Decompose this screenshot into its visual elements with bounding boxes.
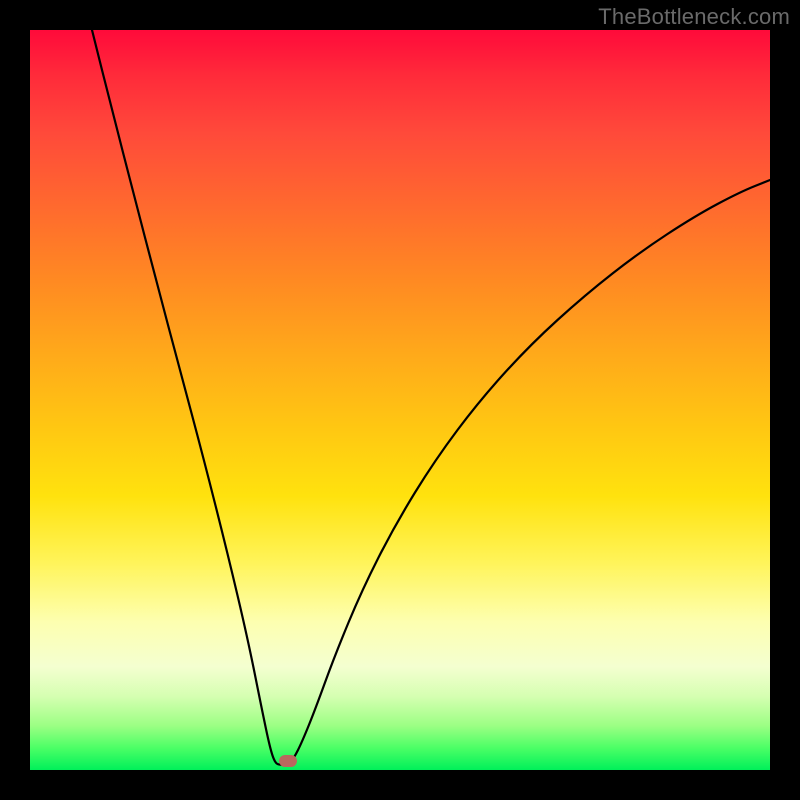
curve-layer — [30, 30, 770, 770]
chart-stage: TheBottleneck.com — [0, 0, 800, 800]
plot-frame — [30, 30, 770, 770]
bottleneck-curve — [92, 30, 770, 765]
watermark-text: TheBottleneck.com — [598, 4, 790, 30]
optimum-marker — [279, 755, 297, 767]
